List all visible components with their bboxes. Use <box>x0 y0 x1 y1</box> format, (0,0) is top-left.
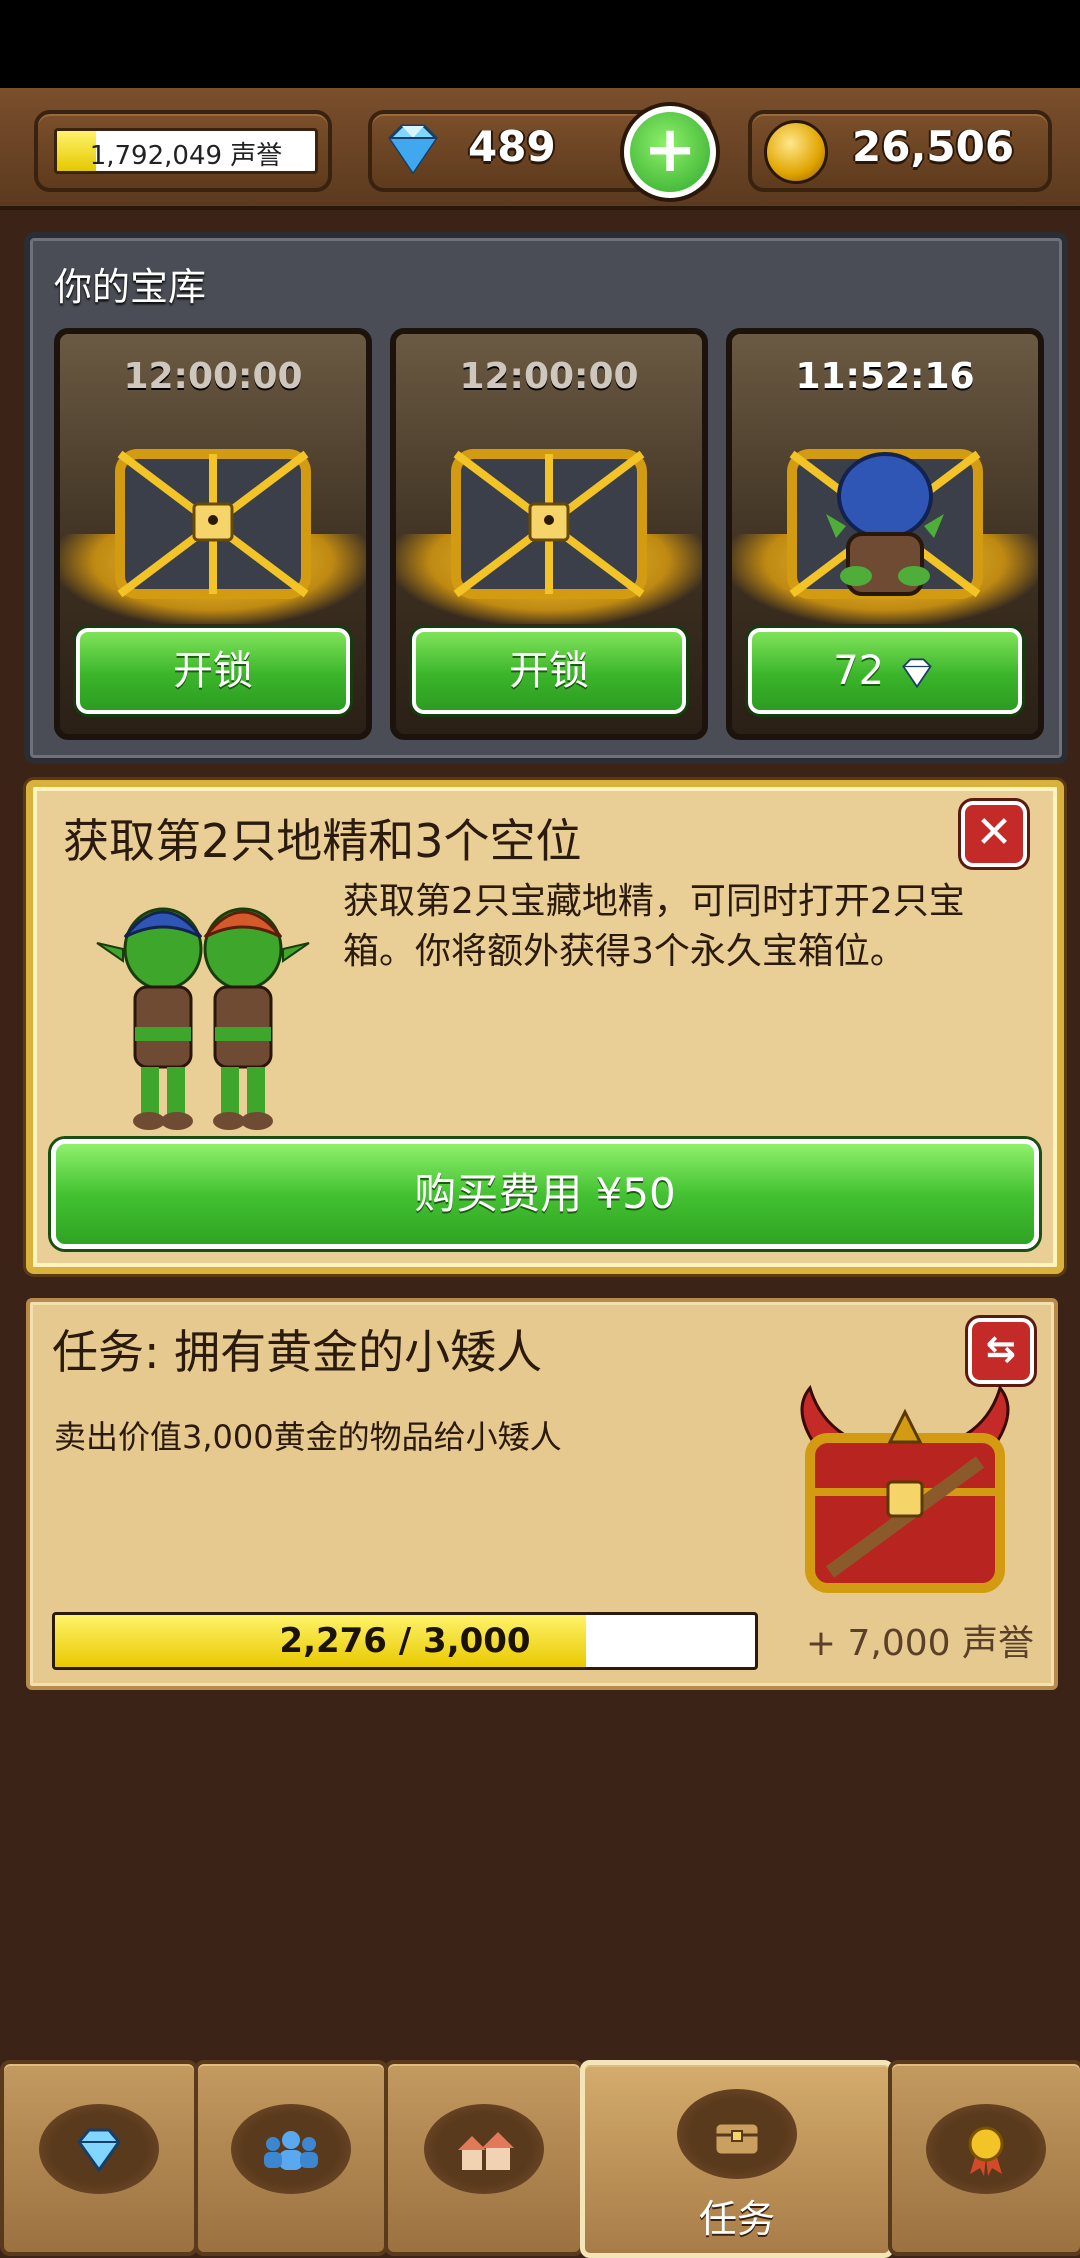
vault-title: 你的宝库 <box>54 265 207 309</box>
diamond-icon <box>388 124 438 175</box>
reputation-progress-bar: 1,792,049 声誉 <box>54 128 318 174</box>
chest-slot-1[interactable]: 12:00:00 开锁 <box>54 328 372 740</box>
resource-bar: 1,792,049 声誉 489 + 26,506 <box>0 88 1080 210</box>
locked-chest-icon <box>115 449 311 599</box>
reputation-box[interactable]: 1,792,049 声誉 <box>34 110 332 192</box>
chest-with-goblin-icon <box>787 449 983 599</box>
plus-icon: + <box>643 113 697 187</box>
gems-box[interactable]: 489 + <box>368 106 716 198</box>
speedup-button[interactable]: 72 <box>748 628 1022 714</box>
chest-slot-3[interactable]: 11:52:16 72 <box>726 328 1044 740</box>
speedup-cost: 72 <box>833 648 885 694</box>
tab-achievements[interactable] <box>888 2060 1080 2256</box>
quest-description: 卖出价值3,000黄金的物品给小矮人 <box>54 1418 562 1456</box>
quest-reward: + 7,000 声誉 <box>805 1623 1034 1664</box>
gold-count: 26,506 <box>852 122 1015 171</box>
houses-icon <box>458 2132 514 2170</box>
unlock-button[interactable]: 开锁 <box>76 628 350 714</box>
swap-quest-button[interactable]: ⇆ <box>968 1318 1034 1384</box>
coin-icon <box>764 120 828 184</box>
swap-icon: ⇆ <box>985 1329 1017 1370</box>
offer-panel: 获取第2只地精和3个空位 ✕ 获取第2只宝藏地精，可同时打开2只宝箱。你将额外获… <box>26 780 1064 1274</box>
buy-button[interactable]: 购买费用 ¥50 <box>51 1139 1039 1249</box>
horned-chest-icon <box>800 1384 1010 1593</box>
add-gems-button[interactable]: + <box>624 106 716 198</box>
gems-count: 489 <box>468 122 556 171</box>
chest-slot-2[interactable]: 12:00:00 开锁 <box>390 328 708 740</box>
bottom-nav: 任务 <box>0 2056 1080 2258</box>
tab-people[interactable] <box>194 2060 388 2256</box>
locked-chest-icon <box>451 449 647 599</box>
gems-icon <box>77 2128 121 2173</box>
chest-timer: 12:00:00 <box>123 356 303 397</box>
chest-timer: 11:52:16 <box>795 356 975 397</box>
quest-panel: 任务: 拥有黄金的小矮人 ⇆ 卖出价值3,000黄金的物品给小矮人 2,276 … <box>26 1298 1058 1690</box>
close-icon: ✕ <box>975 807 1013 858</box>
medal-icon <box>968 2126 1004 2176</box>
offer-title: 获取第2只地精和3个空位 <box>63 814 582 868</box>
unlock-button[interactable]: 开锁 <box>412 628 686 714</box>
tab-label: 任务 <box>698 2197 775 2241</box>
tab-quests[interactable]: 任务 <box>580 2060 894 2258</box>
tab-gems[interactable] <box>0 2060 198 2256</box>
tab-shops[interactable] <box>384 2060 584 2256</box>
gold-box[interactable]: 26,506 <box>748 110 1052 192</box>
reputation-text: 1,792,049 声誉 <box>89 141 283 171</box>
diamond-icon <box>902 658 932 689</box>
status-bar <box>0 0 1080 88</box>
vault-panel: 你的宝库 12:00:00 开锁 12:00:00 开锁 11:52:16 72 <box>24 232 1068 764</box>
chest-icon <box>713 2121 761 2157</box>
quest-progress-text: 2,276 / 3,000 <box>279 1621 531 1661</box>
quest-progress-bar: 2,276 / 3,000 <box>52 1612 758 1670</box>
people-icon <box>264 2131 318 2170</box>
quest-title: 任务: 拥有黄金的小矮人 <box>52 1325 543 1379</box>
two-goblins-image <box>96 907 310 1130</box>
offer-description: 获取第2只宝藏地精，可同时打开2只宝箱。你将额外获得3个永久宝箱位。 <box>343 881 965 972</box>
close-offer-button[interactable]: ✕ <box>961 801 1027 867</box>
chest-timer: 12:00:00 <box>459 356 639 397</box>
